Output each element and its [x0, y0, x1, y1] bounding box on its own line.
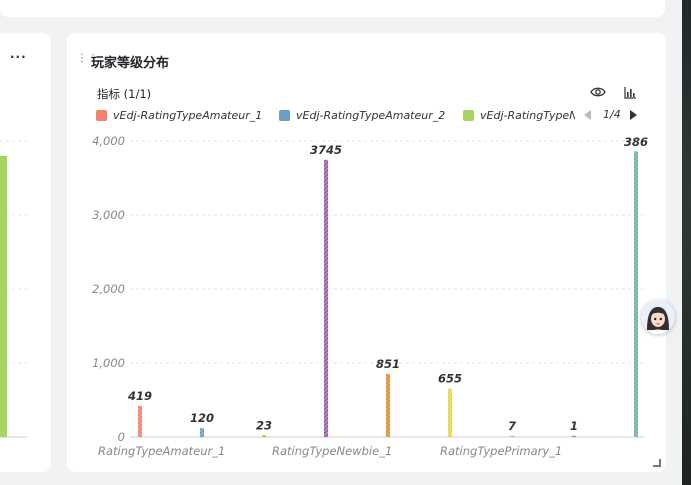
background-edge — [682, 0, 691, 485]
legend-swatch — [279, 109, 290, 121]
left-chart-fragment — [0, 140, 27, 438]
legend-page-indicator: 1/4 — [603, 108, 621, 121]
legend-label: vEdj-RatingTypeNewbie_1 — [480, 108, 575, 122]
metric-selector[interactable]: 指标 (1/1) — [97, 86, 151, 102]
legend-next-page-icon[interactable] — [630, 110, 637, 120]
legend-label: vEdj-RatingTypeAmateur_2 — [296, 108, 446, 122]
assistant-avatar[interactable] — [641, 300, 675, 334]
legend-item-amateur-2[interactable]: vEdj-RatingTypeAmateur_2 — [279, 108, 445, 122]
left-more-icon[interactable]: ··· — [10, 50, 27, 64]
chart-panel-card — [67, 33, 666, 472]
eye-icon[interactable] — [590, 86, 606, 98]
legend-label: vEdj-RatingTypeAmateur_1 — [113, 108, 263, 122]
top-card — [0, 0, 665, 17]
legend-overflow-clip: vEdj-RatingTypeNewbie_1 — [463, 104, 575, 126]
legend-prev-page-icon[interactable] — [584, 110, 591, 120]
drag-handle-icon[interactable]: ⋮⋮ — [77, 54, 98, 69]
left-bar — [0, 156, 7, 437]
bar-chart-icon[interactable] — [623, 86, 637, 100]
left-panel-card — [0, 33, 51, 472]
legend-swatch — [96, 109, 107, 121]
resize-handle[interactable] — [653, 459, 661, 467]
legend-item-amateur-1[interactable]: vEdj-RatingTypeAmateur_1 — [96, 108, 262, 122]
panel-title: 玩家等级分布 — [91, 56, 170, 71]
avatar-face-icon — [647, 307, 669, 334]
legend-swatch — [463, 109, 474, 121]
legend-item-newbie-1[interactable]: vEdj-RatingTypeNewbie_1 — [463, 108, 575, 122]
